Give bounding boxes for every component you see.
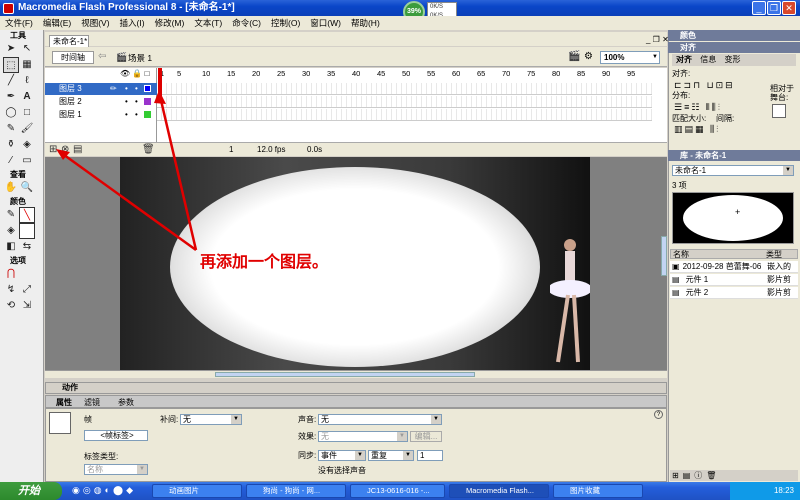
label-type-label: 标签类型:: [84, 452, 119, 461]
frame-label-input[interactable]: <帧标签>: [84, 430, 148, 441]
col-name[interactable]: 名称: [673, 250, 689, 259]
taskbar-item[interactable]: 动画图片: [152, 484, 242, 498]
chevron-down-icon: ▼: [397, 432, 407, 441]
library-item[interactable]: ▣ 2012-09-28 芭蕾舞-06 嵌入的: [670, 261, 798, 273]
item-count: 3 项: [672, 181, 687, 190]
repeat-value: 重复: [371, 451, 387, 460]
label-type-select[interactable]: 名称 ▼: [84, 464, 148, 475]
item-type: 嵌入的: [767, 262, 791, 271]
effect-select[interactable]: 无 ▼: [318, 431, 408, 442]
relative-to-stage-button[interactable]: [772, 104, 786, 118]
tab-parameters[interactable]: 参数: [118, 397, 134, 408]
repeat-select[interactable]: 重复 ▼: [368, 450, 414, 461]
vertical-scroll-thumb[interactable]: [661, 236, 667, 276]
effect-value: 无: [321, 432, 329, 441]
match-size-buttons[interactable]: ▥▤▦ ⫼⫶: [674, 124, 720, 135]
item-name: 元件 1: [685, 275, 709, 284]
taskbar-item[interactable]: JC13-0616-016 -...: [350, 484, 445, 498]
quick-launch-icons[interactable]: ◉◎◍◐⬤◆: [72, 485, 136, 496]
movieclip-icon: ▤: [672, 288, 680, 297]
clock: 18:23: [773, 486, 794, 495]
taskbar-item-active[interactable]: Macromedia Flash...: [449, 484, 549, 498]
start-button[interactable]: 开始: [0, 482, 62, 500]
movieclip-icon: ▤: [672, 275, 680, 284]
library-item[interactable]: ▤ 元件 1 影片剪: [670, 274, 798, 286]
match-size-label: 匹配大小:: [672, 114, 707, 123]
tab-info[interactable]: 信息: [700, 55, 716, 64]
taskbar-item[interactable]: 图片收藏: [553, 484, 643, 498]
edit-sound-button[interactable]: 编辑...: [410, 431, 442, 442]
taskbar-item[interactable]: 狗尚 - 狗尚 - 网...: [246, 484, 346, 498]
no-sound-text: 没有选择声音: [318, 466, 366, 475]
relative-to-stage-label: 相对于舞台:: [770, 84, 794, 102]
sync-value: 事件: [321, 451, 337, 460]
sync-label: 同步:: [298, 451, 317, 460]
frame-properties-icon: [49, 412, 71, 434]
chevron-down-icon: ▼: [231, 415, 241, 424]
item-type: 影片剪: [767, 275, 791, 284]
tab-transform[interactable]: 变形: [724, 55, 740, 64]
tab-filters[interactable]: 滤镜: [84, 397, 100, 408]
align-tabs: 对齐 信息 变形: [672, 54, 796, 66]
chevron-down-icon: ▼: [783, 166, 793, 175]
chevron-down-icon: ▼: [355, 451, 365, 460]
library-toolbar[interactable]: ⊞▤ⓘ🗑: [670, 470, 798, 481]
effect-label: 效果:: [298, 432, 317, 441]
label-type-value: 名称: [87, 465, 103, 474]
frame-label: 帧: [84, 415, 92, 424]
align-label: 对齐:: [672, 69, 691, 78]
item-name: 元件 2: [685, 288, 709, 297]
spacing-label: 间隔:: [716, 114, 735, 123]
preview-ellipse: [683, 195, 783, 241]
repeat-count-input[interactable]: 1: [417, 450, 443, 461]
sync-select[interactable]: 事件 ▼: [318, 450, 366, 461]
distribute-buttons[interactable]: ☰≡☷ ⫴⫼⫶: [674, 102, 722, 113]
properties-tabs: 属性 滤镜 参数: [45, 395, 667, 408]
color-panel-header[interactable]: 颜色: [668, 30, 800, 41]
item-name: 2012-09-28 芭蕾舞-06: [682, 262, 762, 271]
align-panel-header: 对齐: [668, 42, 800, 53]
library-columns: 名称 类型: [670, 249, 798, 259]
actions-label: 动作: [62, 383, 78, 392]
chevron-down-icon: ▼: [403, 451, 413, 460]
library-panel-header[interactable]: 库 - 未命名-1: [668, 150, 800, 161]
tab-properties[interactable]: 属性: [56, 397, 72, 408]
horizontal-scrollbar[interactable]: [45, 370, 667, 378]
bitmap-icon: ▣: [672, 262, 680, 271]
item-type: 影片剪: [767, 288, 791, 297]
scroll-thumb[interactable]: [215, 372, 475, 377]
sound-value: 无: [321, 415, 329, 424]
help-icon[interactable]: ?: [654, 410, 663, 419]
actions-panel-header[interactable]: 动作: [45, 382, 667, 394]
annotation-text: 再添加一个图层。: [200, 252, 329, 271]
sound-select[interactable]: 无 ▼: [318, 414, 442, 425]
chevron-down-icon: ▼: [431, 415, 441, 424]
system-tray: 18:23: [730, 482, 800, 500]
tab-align[interactable]: 对齐: [680, 43, 696, 52]
library-item[interactable]: ▤ 元件 2 影片剪: [670, 287, 798, 299]
distribute-label: 分布:: [672, 91, 691, 100]
tween-select[interactable]: 无 ▼: [180, 414, 242, 425]
library-doc-select[interactable]: 未命名-1 ▼: [672, 165, 794, 176]
tab-align-active[interactable]: 对齐: [676, 55, 692, 64]
sound-label: 声音:: [298, 415, 317, 424]
col-type[interactable]: 类型: [766, 250, 782, 259]
tween-label: 补间:: [160, 415, 179, 424]
tween-value: 无: [183, 415, 191, 424]
chevron-down-icon: ▼: [137, 465, 147, 474]
library-doc-value: 未命名-1: [675, 166, 707, 175]
registration-cross-icon: +: [735, 207, 741, 217]
